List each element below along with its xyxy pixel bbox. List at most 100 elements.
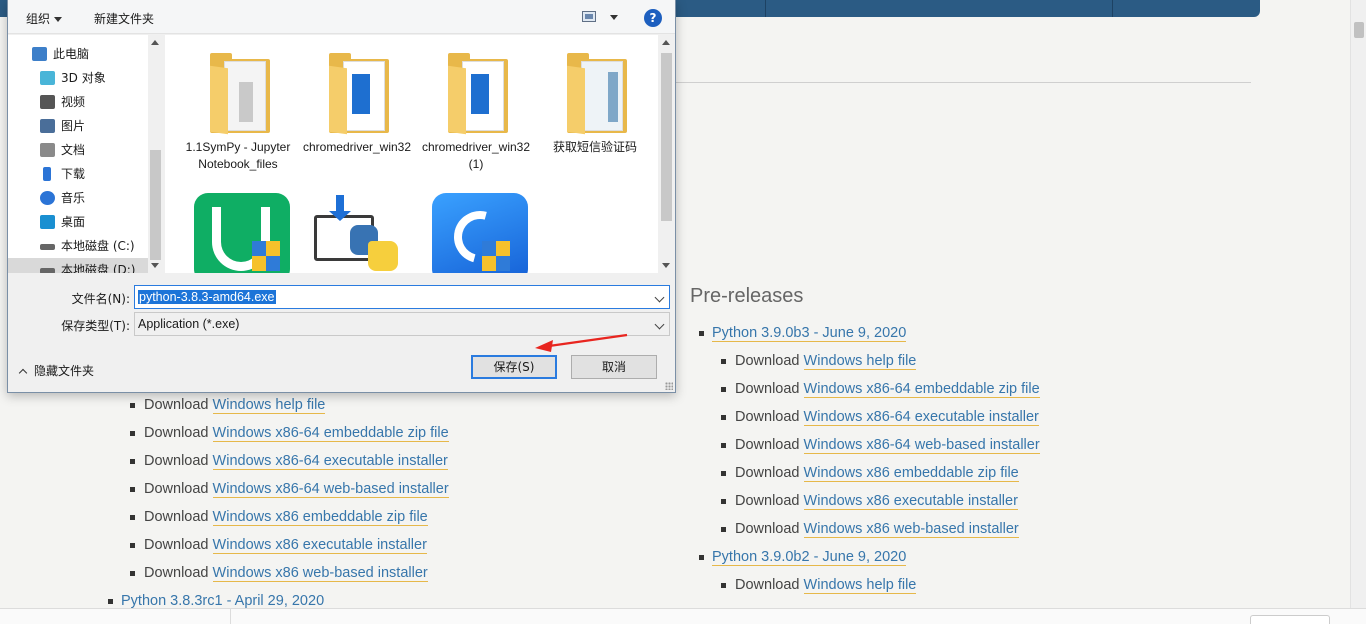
drive-icon [40,244,55,250]
download-word: Download [735,465,800,481]
help-icon[interactable]: ? [644,9,662,27]
filetype-value: Application (*.exe) [138,317,240,331]
chevron-down-icon[interactable] [654,319,665,330]
desktop-icon [40,215,55,229]
bottom-input-box[interactable] [1250,615,1330,624]
download-list-item: Download Windows x86-64 embeddable zip f… [712,379,1040,407]
download-word: Download [144,509,209,525]
nav-item[interactable]: 本地磁盘 (C:) [8,234,148,258]
nav-item-label: 音乐 [61,191,86,205]
download-list-item: Download Windows help file [712,351,1040,379]
download-link[interactable]: Windows x86 executable installer [803,493,1018,510]
video-icon [40,95,55,109]
nav-item[interactable]: 下载 [8,162,148,186]
filename-input[interactable]: python-3.8.3-amd64.exe [134,285,670,309]
view-mode-icon[interactable] [582,11,596,22]
download-link[interactable]: Windows x86-64 web-based installer [803,437,1040,454]
download-word: Download [144,453,209,469]
navigation-pane-scrollbar[interactable] [148,35,163,273]
file-list-scrollbar-thumb[interactable] [661,53,672,221]
navigation-pane: 此电脑 3D 对象视频图片文档下载音乐桌面本地磁盘 (C:) 本地磁盘 (D:) [8,35,163,273]
download-link[interactable]: Windows x86 embeddable zip file [803,465,1019,482]
download-word: Download [144,397,209,413]
scroll-up-arrow-icon[interactable] [662,40,670,45]
download-word: Download [735,409,800,425]
download-link[interactable]: Windows x86-64 executable installer [803,409,1039,426]
release-list: Download Windows help file Download Windo… [108,395,449,619]
filename-value[interactable]: python-3.8.3-amd64.exe [138,290,276,304]
nav-item-label: 图片 [61,119,86,133]
resize-grip-icon[interactable] [665,382,673,390]
scroll-up-arrow-icon[interactable] [151,40,159,45]
download-link[interactable]: Windows x86 embeddable zip file [212,509,428,526]
nav-item[interactable]: 音乐 [8,186,148,210]
navigation-scrollbar-thumb[interactable] [150,150,161,260]
download-word: Download [144,481,209,497]
download-link[interactable]: Windows help file [212,397,326,414]
download-word: Download [144,425,209,441]
organize-menu-button[interactable]: 组织 [26,10,63,27]
page-scrollbar[interactable] [1350,0,1366,608]
hide-folders-label: 隐藏文件夹 [34,364,95,378]
scroll-down-arrow-icon[interactable] [662,263,670,268]
nav-item[interactable]: 3D 对象 [8,66,148,90]
chevron-down-icon[interactable] [654,292,665,303]
download-list-item: Download Windows x86 web-based installer [712,519,1040,547]
release-link[interactable]: Python 3.9.0b3 - June 9, 2020 [712,325,907,342]
cube-3d-icon [40,71,55,85]
download-word: Download [144,537,209,553]
file-item-label: chromedriver_win32 [302,140,412,154]
new-folder-button[interactable]: 新建文件夹 [94,10,154,27]
nav-item[interactable]: 视频 [8,90,148,114]
section-divider [676,82,1251,83]
download-link[interactable]: Windows help file [803,577,917,594]
download-list-item: Download Windows x86-64 embeddable zip f… [121,423,449,451]
scroll-down-arrow-icon[interactable] [151,263,159,268]
save-button[interactable]: 保存(S) [471,355,557,379]
view-options-chevron-down-icon[interactable] [610,15,618,20]
download-link[interactable]: Windows x86-64 executable installer [212,453,448,470]
download-word: Download [735,493,800,509]
download-link[interactable]: Windows x86 executable installer [212,537,427,554]
download-list-item: Download Windows x86 embeddable zip file [712,463,1040,491]
download-link[interactable]: Windows x86 web-based installer [803,521,1019,538]
download-link[interactable]: Windows x86-64 web-based installer [212,481,449,498]
nav-item[interactable]: 此电脑 [8,42,148,66]
nav-item[interactable]: 桌面 [8,210,148,234]
nav-item[interactable]: 本地磁盘 (D:) [8,258,148,273]
download-list-item: Download Windows help file [121,395,449,423]
chevron-up-icon [18,368,28,378]
nav-item-label: 文档 [61,143,86,157]
download-link[interactable]: Windows x86 web-based installer [212,565,428,582]
document-icon [40,143,55,157]
release-link[interactable]: Python 3.9.0b2 - June 9, 2020 [712,549,907,566]
cancel-button[interactable]: 取消 [571,355,657,379]
download-word: Download [735,353,800,369]
nav-item[interactable]: 文档 [8,138,148,162]
nav-item-label: 视频 [61,95,86,109]
file-item-label: chromedriver_win32 (1) [421,140,531,171]
blue-app-icon [432,193,528,273]
file-list-scrollbar[interactable] [658,35,675,273]
nav-item[interactable]: 图片 [8,114,148,138]
green-shield-app-icon [194,193,290,273]
download-link[interactable]: Windows x86-64 embeddable zip file [212,425,449,442]
filename-label: 文件名(N): [71,292,130,306]
download-list-item: Download Windows x86-64 executable insta… [712,407,1040,435]
download-list-item: Download Windows x86-64 executable insta… [121,451,449,479]
nav-item-label: 下载 [61,167,86,181]
nav-item-label: 3D 对象 [61,71,106,85]
download-word: Download [735,381,800,397]
release-list-item: Python 3.9.0b2 - June 9, 2020 [699,547,1040,575]
file-item-label: 1.1SymPy - Jupyter Notebook_files [185,140,291,171]
download-word: Download [735,521,800,537]
page-scrollbar-thumb[interactable] [1354,22,1364,38]
hide-folders-toggle[interactable]: 隐藏文件夹 [18,362,95,379]
page-bottom-strip [0,608,1366,624]
download-list-item: Download Windows x86 embeddable zip file [121,507,449,535]
nav-item-label: 本地磁盘 (C:) [61,239,135,253]
download-link[interactable]: Windows x86-64 embeddable zip file [803,381,1040,398]
folder-icon [567,53,627,135]
download-link[interactable]: Windows help file [803,353,917,370]
release-list-item: Python 3.9.0b3 - June 9, 2020 [699,323,1040,351]
